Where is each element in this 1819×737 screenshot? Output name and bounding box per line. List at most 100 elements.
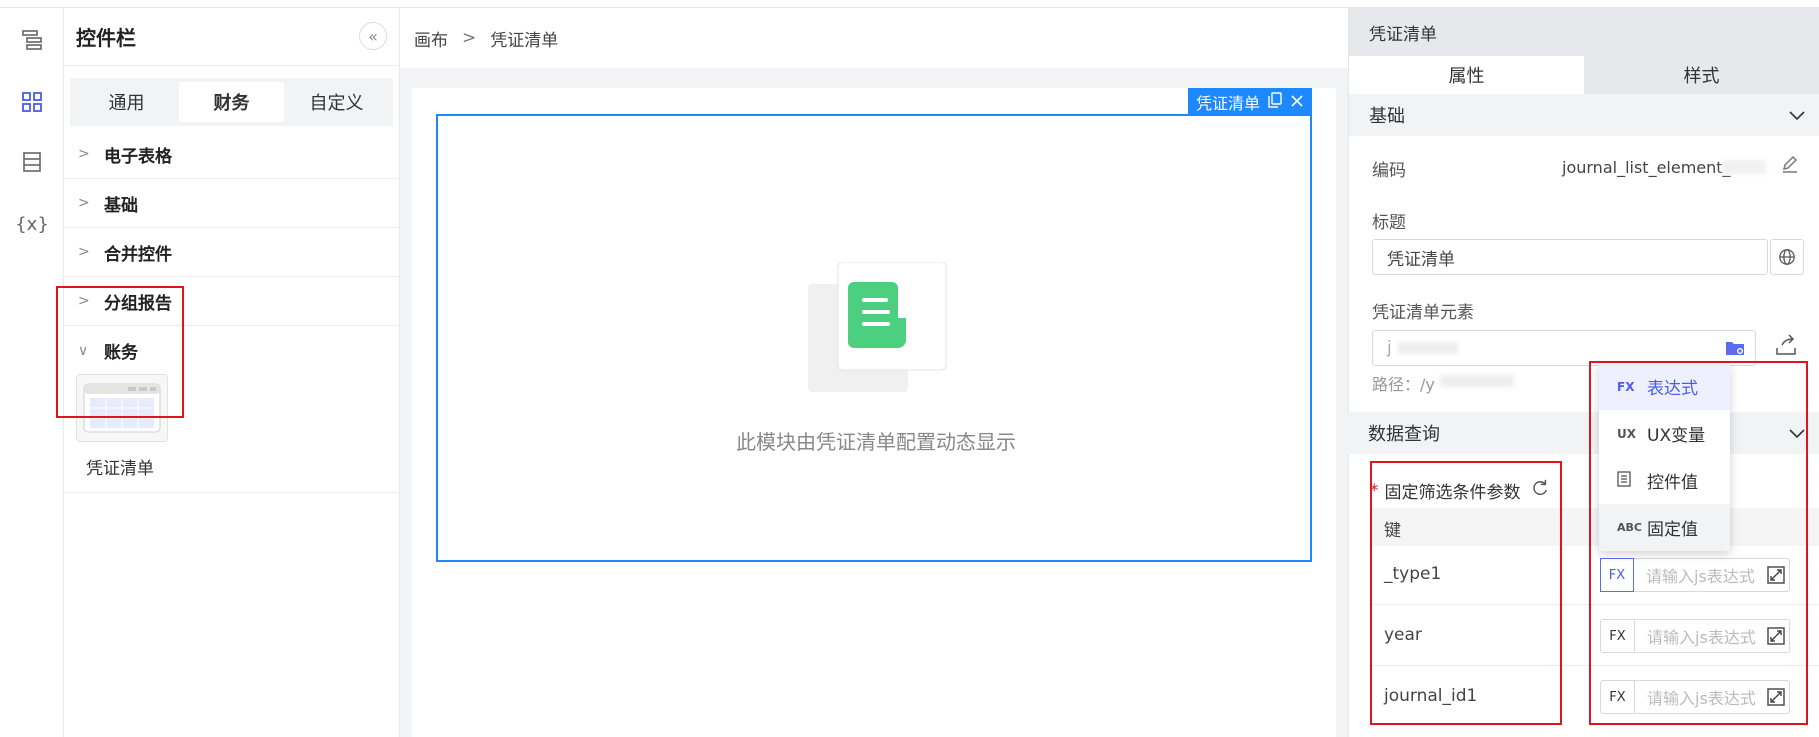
- properties-tabs: 属性 样式: [1349, 56, 1819, 94]
- table-thumbnail-icon: [83, 383, 161, 433]
- dropdown-item-ux-variable[interactable]: UX UX变量: [1599, 410, 1730, 457]
- selected-element-tag: 凭证清单: [1187, 88, 1312, 116]
- fixed-filter-params: * 固定筛选条件参数: [1370, 478, 1549, 503]
- selected-element-name: 凭证清单: [1195, 94, 1260, 113]
- param-value-placeholder: 请输入js表达式: [1646, 567, 1755, 586]
- title-label: 标题: [1372, 213, 1406, 233]
- code-label: 编码: [1372, 161, 1406, 181]
- divider: [64, 492, 400, 493]
- blurred-text: [1397, 342, 1458, 354]
- canvas-page[interactable]: 凭证清单 此模块由凭证清单配置动态显示: [412, 88, 1336, 737]
- group-label: 分组报告: [104, 293, 172, 314]
- param-value-placeholder: 请输入js表达式: [1647, 628, 1756, 647]
- edit-icon[interactable]: [1780, 154, 1800, 178]
- blurred-text: [1722, 160, 1766, 174]
- group-label: 账务: [104, 343, 138, 363]
- param-key-year: year: [1384, 625, 1422, 645]
- share-icon[interactable]: [1774, 334, 1798, 360]
- params-table-header: [1370, 508, 1819, 546]
- expand-icon[interactable]: [1763, 566, 1789, 584]
- title-input[interactable]: 凭证清单: [1372, 239, 1768, 275]
- group-accounting[interactable]: ∨ 账务: [64, 326, 399, 375]
- row-divider: [1370, 665, 1819, 666]
- tab-general[interactable]: 通用: [74, 82, 179, 122]
- voucher-list-widget[interactable]: [76, 374, 168, 442]
- group-label: 基础: [104, 195, 138, 216]
- param-value-input[interactable]: FX 请输入js表达式: [1600, 680, 1790, 714]
- param-value-placeholder: 请输入js表达式: [1647, 689, 1756, 708]
- properties-title: 凭证清单: [1349, 8, 1819, 56]
- close-icon[interactable]: [1290, 93, 1304, 112]
- layers-icon[interactable]: [14, 22, 50, 58]
- group-merge[interactable]: > 合并控件: [64, 228, 399, 277]
- list-icon[interactable]: [14, 144, 50, 180]
- ux-icon: UX: [1617, 426, 1636, 441]
- fixed-filter-label: 固定筛选条件参数: [1384, 483, 1521, 503]
- group-report[interactable]: > 分组报告: [64, 277, 399, 326]
- breadcrumb: 画布 > 凭证清单: [400, 8, 1348, 68]
- group-label: 电子表格: [104, 146, 172, 167]
- dropdown-item-label: UX变量: [1647, 426, 1706, 446]
- chevron-right-icon: >: [78, 244, 90, 260]
- document-placeholder-icon: [808, 262, 947, 392]
- param-key-journal-id1: journal_id1: [1384, 686, 1478, 706]
- element-label: 凭证清单元素: [1372, 303, 1474, 323]
- voucher-list-widget-label: 凭证清单: [86, 459, 154, 479]
- collapse-panel-button[interactable]: «: [359, 22, 387, 50]
- section-data-query-title: 数据查询: [1368, 424, 1440, 445]
- abc-icon: ABC: [1617, 521, 1642, 534]
- chevron-right-icon: >: [78, 146, 90, 162]
- param-value-input[interactable]: FX 请输入js表达式: [1600, 619, 1790, 653]
- required-mark: *: [1370, 480, 1379, 501]
- widget-panel: 控件栏 « 通用 财务 自定义 > 电子表格 > 基础 > 合并控件 > 分组报…: [56, 8, 400, 737]
- refresh-icon[interactable]: [1531, 479, 1549, 502]
- left-icon-rail: {x}: [0, 8, 64, 737]
- section-basic[interactable]: 基础: [1349, 94, 1819, 136]
- group-label: 合并控件: [104, 244, 172, 265]
- widget-panel-title: 控件栏: [76, 26, 136, 50]
- globe-icon[interactable]: [1770, 239, 1804, 275]
- dropdown-item-label: 控件值: [1647, 473, 1698, 493]
- placeholder-text: 此模块由凭证清单配置动态显示: [736, 430, 1016, 454]
- breadcrumb-root[interactable]: 画布: [414, 26, 448, 51]
- top-border: [0, 0, 1819, 8]
- dropdown-item-expression[interactable]: FX 表达式: [1599, 363, 1730, 410]
- tab-finance[interactable]: 财务: [179, 82, 284, 122]
- expand-icon[interactable]: [1763, 627, 1789, 645]
- copy-icon[interactable]: [1268, 92, 1282, 112]
- element-input[interactable]: j: [1372, 330, 1756, 366]
- breadcrumb-current: 凭证清单: [490, 30, 559, 51]
- dropdown-item-label: 固定值: [1647, 520, 1698, 540]
- fx-mode-button[interactable]: FX: [1601, 620, 1635, 652]
- expand-icon[interactable]: [1763, 688, 1789, 706]
- blurred-text: [1440, 375, 1514, 387]
- dropdown-item-widget-value[interactable]: 控件值: [1599, 457, 1730, 504]
- tab-attributes[interactable]: 属性: [1349, 56, 1584, 94]
- param-value-input[interactable]: FX 请输入js表达式: [1600, 558, 1790, 592]
- variable-icon[interactable]: {x}: [14, 206, 50, 242]
- section-basic-title: 基础: [1369, 106, 1405, 127]
- code-value: journal_list_element_: [1562, 158, 1731, 177]
- element-input-value: j: [1387, 338, 1392, 358]
- fx-mode-button[interactable]: FX: [1601, 681, 1635, 713]
- section-data-query[interactable]: 数据查询: [1348, 412, 1819, 454]
- tab-style[interactable]: 样式: [1584, 56, 1819, 94]
- canvas-area: 画布 > 凭证清单 凭证清单 此模块由凭证清单配置动态显示: [400, 8, 1348, 737]
- dropdown-item-fixed-value[interactable]: ABC 固定值: [1599, 504, 1730, 551]
- path-text: 路径：/y: [1372, 375, 1435, 394]
- chevron-right-icon: >: [78, 293, 90, 309]
- fx-mode-button[interactable]: FX: [1600, 558, 1634, 592]
- chevron-down-icon: ∨: [78, 342, 89, 359]
- param-key-type1: _type1: [1384, 564, 1442, 584]
- tab-custom[interactable]: 自定义: [284, 82, 389, 122]
- widget-panel-header: 控件栏: [64, 8, 399, 66]
- value-type-dropdown: FX 表达式 UX UX变量 控件值 ABC 固定值: [1599, 363, 1730, 551]
- row-divider: [1370, 604, 1819, 605]
- grid-icon[interactable]: [14, 84, 50, 120]
- breadcrumb-separator: >: [462, 28, 477, 48]
- folder-icon[interactable]: [1725, 340, 1745, 361]
- chevron-down-icon: [1789, 423, 1805, 444]
- group-basic[interactable]: > 基础: [64, 179, 399, 228]
- group-spreadsheet[interactable]: > 电子表格: [64, 130, 399, 179]
- selected-voucher-list-element[interactable]: 凭证清单 此模块由凭证清单配置动态显示: [436, 88, 1312, 562]
